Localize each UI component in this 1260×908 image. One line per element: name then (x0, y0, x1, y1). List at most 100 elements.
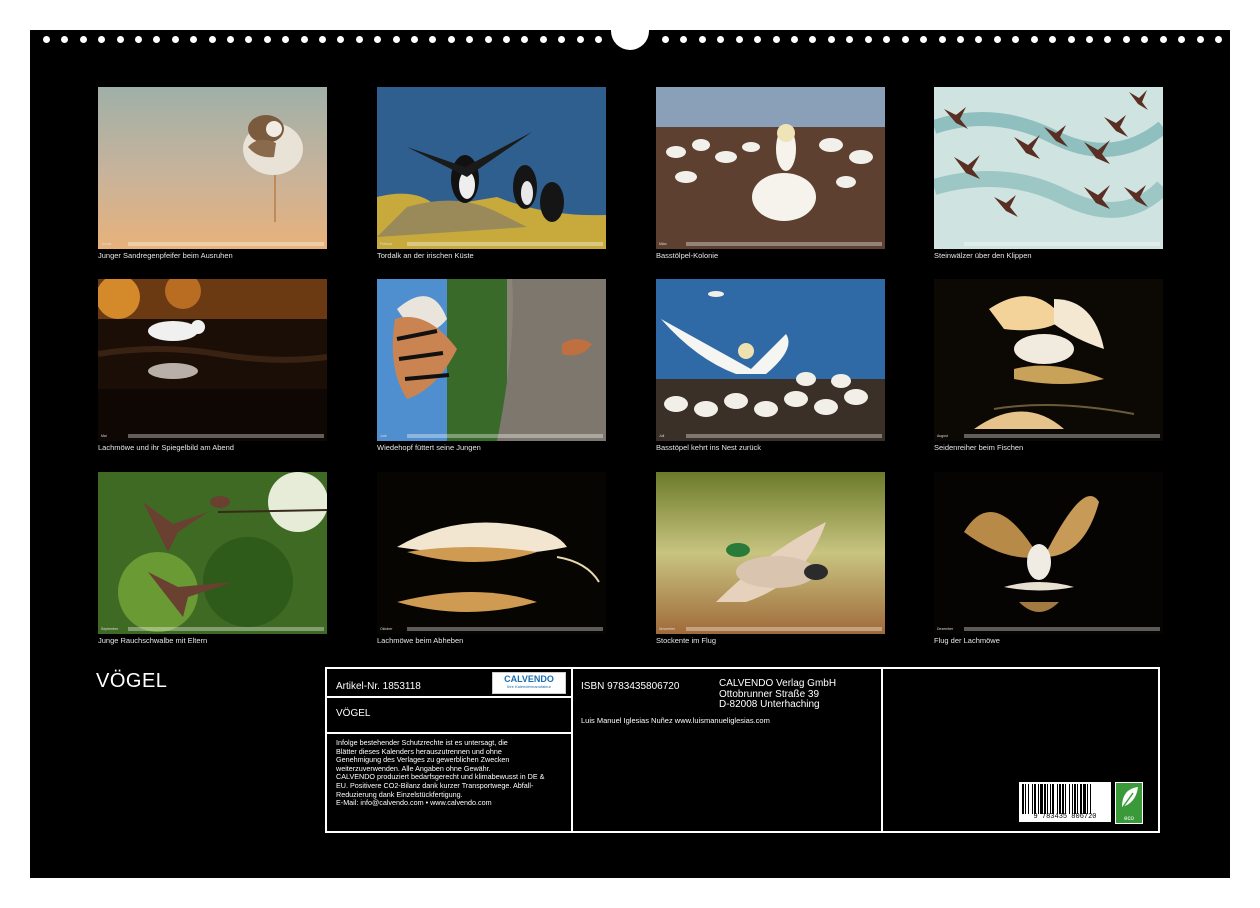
binding-hole (662, 36, 669, 43)
photo-january: Januar (98, 87, 327, 249)
barcode-bar (1074, 784, 1076, 814)
binding-hole (736, 36, 743, 43)
binding-hole (680, 36, 687, 43)
binding-hole (337, 36, 344, 43)
photo-caption: Flug der Lachmöwe (934, 636, 1000, 645)
binding-hole (301, 36, 308, 43)
photo-caption: Stockente im Flug (656, 636, 716, 645)
barcode-bar (1059, 784, 1061, 814)
eco-label-text: eco (1116, 816, 1142, 822)
photo-caption: Steinwälzer über den Klippen (934, 251, 1032, 260)
binding-hole (153, 36, 160, 43)
binding-hole (577, 36, 584, 43)
barcode-number: 9 783435 806720 (1019, 813, 1111, 821)
barcode-bar (1057, 784, 1058, 814)
binding-hole (245, 36, 252, 43)
month-strip: Mai (101, 433, 324, 438)
author-credit: Luis Manuel Iglesias Nuñez www.luismanue… (581, 716, 770, 725)
calvendo-tagline: Ihre Kalendermanufaktur (493, 684, 565, 689)
binding-hole (865, 36, 872, 43)
month-strip: Februar (380, 241, 603, 246)
photo-caption: Seidenreiher beim Fischen (934, 443, 1023, 452)
barcode-bar (1040, 784, 1043, 814)
binding-hole (521, 36, 528, 43)
barcode-bar (1028, 784, 1029, 814)
binding-hole (485, 36, 492, 43)
barcode-bar (1062, 784, 1064, 814)
month-strip: Juli (659, 433, 882, 438)
binding-hole (957, 36, 964, 43)
binding-hole (374, 36, 381, 43)
binding-hole (1197, 36, 1204, 43)
product-title: VÖGEL (336, 708, 370, 719)
binding-hole (282, 36, 289, 43)
photo-august: August (934, 279, 1163, 441)
binding-hole (939, 36, 946, 43)
barcode-bar (1072, 784, 1073, 814)
calvendo-logo-text: CALVENDO (493, 674, 565, 684)
binding-hole (80, 36, 87, 43)
binding-hole (393, 36, 400, 43)
month-strip: August (937, 433, 1160, 438)
binding-hole (172, 36, 179, 43)
binding-hole (1123, 36, 1130, 43)
binding-hole (117, 36, 124, 43)
isbn: ISBN 9783435806720 (581, 681, 679, 692)
month-strip: Dezember (937, 626, 1160, 631)
binding-hole (809, 36, 816, 43)
divider (325, 696, 571, 698)
barcode-bar (1087, 784, 1088, 814)
photo-caption: Lachmöwe beim Abheben (377, 636, 463, 645)
binding-hole (466, 36, 473, 43)
month-strip: Juni (380, 433, 603, 438)
barcode-bar (1025, 784, 1026, 814)
barcode-bar (1065, 784, 1066, 814)
photo-july: Juli (656, 279, 885, 441)
binding-hole (558, 36, 565, 43)
binding-hole (1012, 36, 1019, 43)
publisher-address: CALVENDO Verlag GmbHOttobrunner Straße 3… (719, 679, 836, 711)
photo-caption: Tordalk an der irischen Küste (377, 251, 474, 260)
photo-october: Oktober (377, 472, 606, 634)
binding-hole (1178, 36, 1185, 43)
binding-hole (975, 36, 982, 43)
binding-hole (902, 36, 909, 43)
month-strip: September (101, 626, 324, 631)
barcode-bar (1050, 784, 1051, 814)
photo-may: Mai (98, 279, 327, 441)
binding-hole (429, 36, 436, 43)
binding-hole (503, 36, 510, 43)
binding-hole (135, 36, 142, 43)
barcode-bar (1034, 784, 1036, 814)
binding-hole (994, 36, 1001, 43)
photo-caption: Junge Rauchschwalbe mit Eltern (98, 636, 207, 645)
calvendo-logo: CALVENDO Ihre Kalendermanufaktur (492, 672, 566, 694)
binding-hole (356, 36, 363, 43)
binding-hole (209, 36, 216, 43)
binding-hole (699, 36, 706, 43)
barcode-bar (1069, 784, 1070, 814)
photo-february: Februar (377, 87, 606, 249)
binding-hole (1031, 36, 1038, 43)
barcode-bar (1080, 784, 1082, 814)
month-strip: März (659, 241, 882, 246)
binding-hole (595, 36, 602, 43)
binding-hole (1086, 36, 1093, 43)
photo-december: Dezember (934, 472, 1163, 634)
binding-hole (264, 36, 271, 43)
barcode-bar (1022, 784, 1024, 814)
photo-caption: Basstöpel kehrt ins Nest zurück (656, 443, 761, 452)
barcode: 9 783435 806720 (1019, 782, 1111, 822)
binding-hole (883, 36, 890, 43)
binding-hole (61, 36, 68, 43)
month-strip: November (659, 626, 882, 631)
binding-hole (98, 36, 105, 43)
binding-hole (773, 36, 780, 43)
calendar-title: VÖGEL (96, 670, 167, 693)
binding-hole (227, 36, 234, 43)
divider (325, 732, 571, 734)
month-strip: Oktober (380, 626, 603, 631)
photo-june: Juni (377, 279, 606, 441)
barcode-bar (1052, 784, 1054, 814)
binding-hole (1049, 36, 1056, 43)
